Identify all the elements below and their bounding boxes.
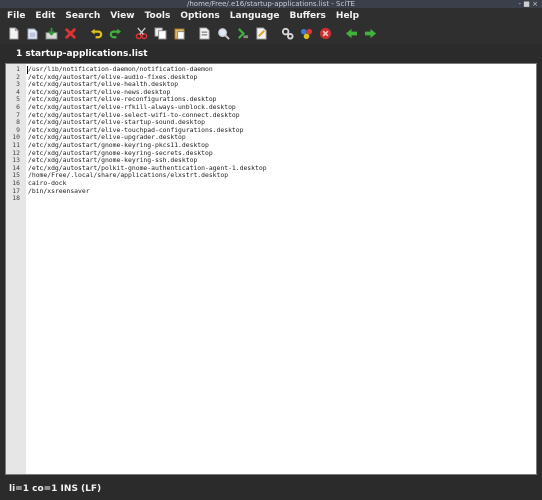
build-icon[interactable]: [236, 27, 249, 40]
menu-edit[interactable]: Edit: [30, 8, 60, 24]
editor-line[interactable]: 15/home/Free/.local/share/applications/e…: [6, 172, 536, 180]
prev-icon[interactable]: [345, 27, 358, 40]
menu-view[interactable]: View: [105, 8, 139, 24]
go-icon[interactable]: [300, 27, 313, 40]
editor-line[interactable]: 18: [6, 194, 536, 203]
open-icon[interactable]: [26, 27, 39, 40]
menu-file[interactable]: File: [0, 8, 30, 24]
menu-help[interactable]: Help: [331, 8, 364, 24]
cut-icon[interactable]: [135, 27, 148, 40]
export-icon[interactable]: [255, 27, 268, 40]
menu-search[interactable]: Search: [60, 8, 105, 24]
line-text: /bin/xsreensaver: [28, 186, 90, 195]
save-icon[interactable]: [45, 27, 58, 40]
close-icon[interactable]: [64, 27, 77, 40]
new-icon[interactable]: [7, 27, 20, 40]
menu-options[interactable]: Options: [175, 8, 224, 24]
find-zoom-icon[interactable]: [217, 27, 230, 40]
window-controls[interactable]: - ■ ×: [519, 0, 538, 8]
text-caret: [27, 66, 28, 74]
editor-lines: 1/usr/lib/notification-daemon/notificati…: [6, 65, 536, 203]
editor-line[interactable]: 17/bin/xsreensaver: [6, 186, 536, 196]
window-title: /home/Free/.e16/startup-applications.lis…: [187, 0, 355, 8]
tab-bar: 1 startup-applications.list: [0, 44, 542, 65]
stop-icon[interactable]: [319, 27, 332, 40]
redo-icon[interactable]: [109, 27, 122, 40]
toolbar: [0, 24, 542, 44]
menu-language[interactable]: Language: [225, 8, 285, 24]
undo-icon[interactable]: [90, 27, 103, 40]
line-number: 18: [12, 194, 20, 203]
paste-icon[interactable]: [173, 27, 186, 40]
menu-bar: File Edit Search View Tools Options Lang…: [0, 8, 542, 24]
compile-icon[interactable]: [281, 27, 294, 40]
copy-icon[interactable]: [154, 27, 167, 40]
editor-pane[interactable]: 1/usr/lib/notification-daemon/notificati…: [5, 63, 537, 475]
find-icon[interactable]: [198, 27, 211, 40]
next-icon[interactable]: [364, 27, 377, 40]
menu-buffers[interactable]: Buffers: [284, 8, 330, 24]
menu-tools[interactable]: Tools: [140, 8, 176, 24]
status-bar: li=1 co=1 INS (LF): [0, 478, 542, 500]
window-titlebar: /home/Free/.e16/startup-applications.lis…: [0, 0, 542, 8]
